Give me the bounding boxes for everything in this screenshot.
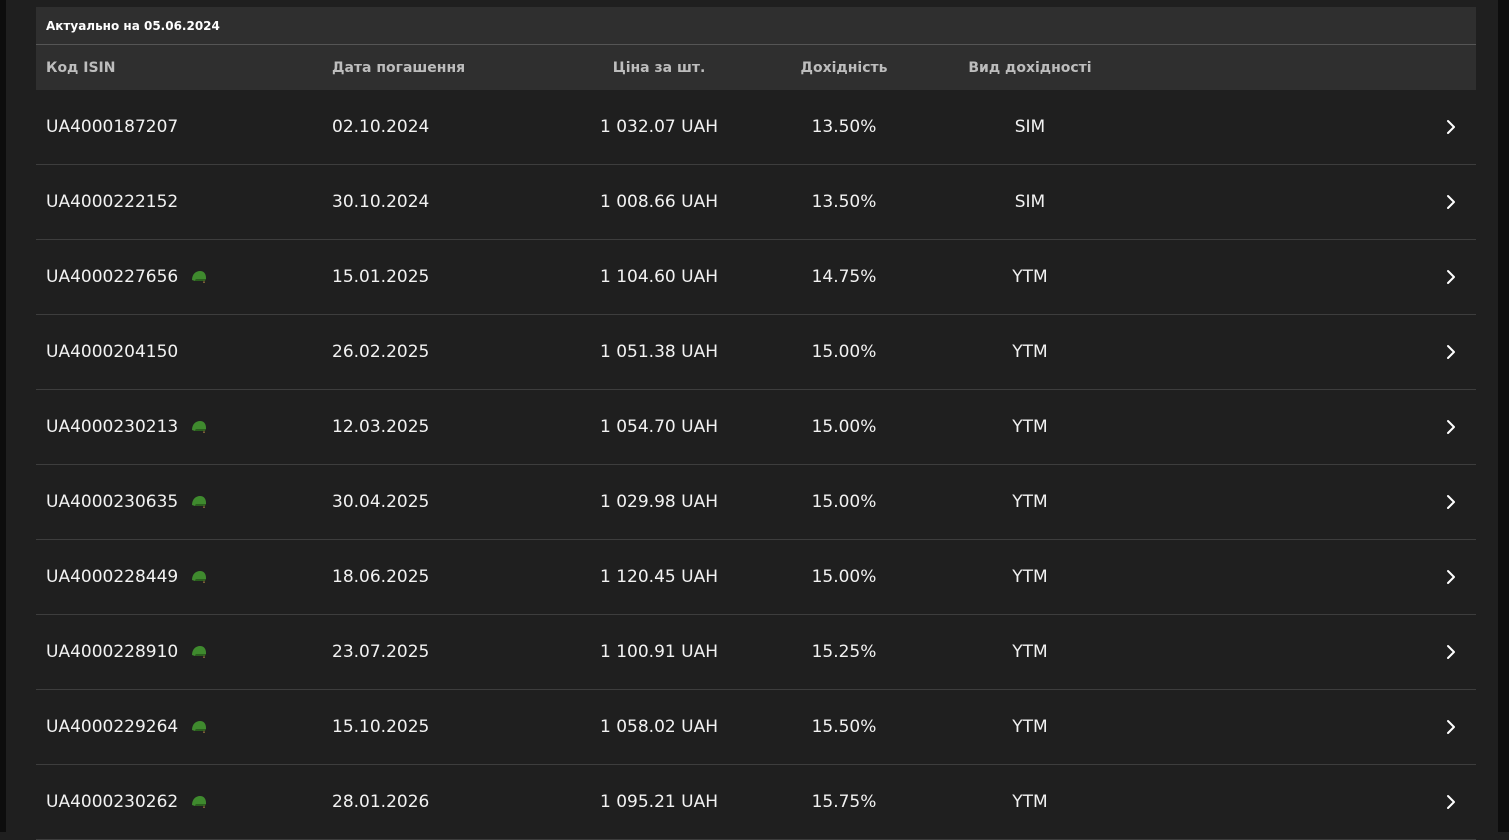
maturity-cell: 28.01.2026 xyxy=(332,792,430,812)
table-row[interactable]: UA4000187207 02.10.2024 1 032.07 UAH 13.50%… xyxy=(36,90,1476,165)
isin-cell: UA4000227656 xyxy=(46,240,208,314)
price-cell: 1 029.98 UAH xyxy=(600,492,718,512)
yield-type-cell: YTM xyxy=(1012,342,1048,362)
yield-type-cell: SIM xyxy=(1014,117,1046,137)
bonds-table: Актуально на 05.06.2024 Код ISIN Дата по… xyxy=(36,7,1476,840)
maturity-cell: 15.01.2025 xyxy=(332,267,430,287)
header-isin: Код ISIN xyxy=(46,59,116,76)
isin-code: UA4000222152 xyxy=(46,192,179,212)
helmet-icon xyxy=(190,419,208,435)
chevron-right-icon[interactable] xyxy=(1436,465,1466,539)
yield-cell: 13.50% xyxy=(811,117,877,137)
chevron-right-icon[interactable] xyxy=(1436,390,1466,464)
yield-cell: 15.00% xyxy=(811,417,877,437)
table-row[interactable]: UA4000228910 23.07.2025 1 100.91 UAH 15.25%… xyxy=(36,615,1476,690)
isin-cell: UA4000229264 xyxy=(46,690,208,764)
price-cell: 1 051.38 UAH xyxy=(600,342,718,362)
isin-code: UA4000228449 xyxy=(46,567,179,587)
isin-code: UA4000230213 xyxy=(46,417,179,437)
header-price: Ціна за шт. xyxy=(612,59,706,76)
chevron-right-icon[interactable] xyxy=(1436,765,1466,839)
helmet-icon xyxy=(190,794,208,810)
isin-cell: UA4000230213 xyxy=(46,390,208,464)
chevron-right-icon[interactable] xyxy=(1436,615,1466,689)
table-row[interactable]: UA4000204150 26.02.2025 1 051.38 UAH 15.00%… xyxy=(36,315,1476,390)
chevron-right-icon[interactable] xyxy=(1436,90,1466,164)
table-row[interactable]: UA4000228449 18.06.2025 1 120.45 UAH 15.00%… xyxy=(36,540,1476,615)
isin-cell: UA4000230635 xyxy=(46,465,208,539)
price-cell: 1 058.02 UAH xyxy=(600,717,718,737)
table-row[interactable]: UA4000230213 12.03.2025 1 054.70 UAH 15.00%… xyxy=(36,390,1476,465)
maturity-cell: 30.04.2025 xyxy=(332,492,430,512)
maturity-cell: 15.10.2025 xyxy=(332,717,430,737)
yield-cell: 15.50% xyxy=(811,717,877,737)
maturity-cell: 18.06.2025 xyxy=(332,567,430,587)
header-maturity: Дата погашення xyxy=(332,59,466,76)
helmet-icon xyxy=(190,719,208,735)
isin-code: UA4000230262 xyxy=(46,792,179,812)
maturity-cell: 23.07.2025 xyxy=(332,642,430,662)
maturity-cell: 02.10.2024 xyxy=(332,117,430,137)
table-row[interactable]: UA4000230635 30.04.2025 1 029.98 UAH 15.00%… xyxy=(36,465,1476,540)
yield-type-cell: YTM xyxy=(1012,717,1048,737)
updated-date-label: Актуально на 05.06.2024 xyxy=(36,7,1476,45)
price-cell: 1 100.91 UAH xyxy=(600,642,718,662)
chevron-right-icon[interactable] xyxy=(1436,540,1466,614)
price-cell: 1 120.45 UAH xyxy=(600,567,718,587)
isin-cell: UA4000187207 xyxy=(46,90,178,164)
yield-type-cell: YTM xyxy=(1012,267,1048,287)
isin-code: UA4000230635 xyxy=(46,492,179,512)
isin-cell: UA4000228910 xyxy=(46,615,208,689)
isin-cell: UA4000230262 xyxy=(46,765,208,839)
header-yield: Дохідність xyxy=(800,59,888,76)
yield-type-cell: YTM xyxy=(1012,792,1048,812)
table-row[interactable]: UA4000222152 30.10.2024 1 008.66 UAH 13.50%… xyxy=(36,165,1476,240)
helmet-icon xyxy=(190,569,208,585)
header-yield-type: Вид дохідності xyxy=(968,59,1092,76)
table-row[interactable]: UA4000227656 15.01.2025 1 104.60 UAH 14.75%… xyxy=(36,240,1476,315)
helmet-icon xyxy=(190,644,208,660)
table-row[interactable]: UA4000230262 28.01.2026 1 095.21 UAH 15.75%… xyxy=(36,765,1476,840)
chevron-right-icon[interactable] xyxy=(1436,690,1466,764)
yield-type-cell: YTM xyxy=(1012,417,1048,437)
isin-code: UA4000204150 xyxy=(46,342,179,362)
isin-code: UA4000227656 xyxy=(46,267,179,287)
price-cell: 1 008.66 UAH xyxy=(600,192,718,212)
yield-type-cell: YTM xyxy=(1012,642,1048,662)
yield-type-cell: YTM xyxy=(1012,567,1048,587)
yield-cell: 13.50% xyxy=(811,192,877,212)
isin-cell: UA4000222152 xyxy=(46,165,178,239)
isin-code: UA4000228910 xyxy=(46,642,179,662)
yield-cell: 14.75% xyxy=(811,267,877,287)
chevron-right-icon[interactable] xyxy=(1436,240,1466,314)
chevron-right-icon[interactable] xyxy=(1436,165,1466,239)
price-cell: 1 095.21 UAH xyxy=(600,792,718,812)
price-cell: 1 104.60 UAH xyxy=(600,267,718,287)
yield-cell: 15.00% xyxy=(811,342,877,362)
yield-type-cell: SIM xyxy=(1014,192,1046,212)
maturity-cell: 26.02.2025 xyxy=(332,342,430,362)
left-gutter xyxy=(0,0,6,832)
maturity-cell: 12.03.2025 xyxy=(332,417,430,437)
price-cell: 1 032.07 UAH xyxy=(600,117,718,137)
yield-cell: 15.75% xyxy=(811,792,877,812)
helmet-icon xyxy=(190,494,208,510)
right-gutter xyxy=(1498,0,1509,832)
isin-cell: UA4000204150 xyxy=(46,315,178,389)
table-row[interactable]: UA4000229264 15.10.2025 1 058.02 UAH 15.50%… xyxy=(36,690,1476,765)
table-header-row: Код ISIN Дата погашення Ціна за шт. Дохі… xyxy=(36,45,1476,90)
helmet-icon xyxy=(190,269,208,285)
yield-cell: 15.00% xyxy=(811,492,877,512)
isin-code: UA4000229264 xyxy=(46,717,179,737)
maturity-cell: 30.10.2024 xyxy=(332,192,430,212)
isin-cell: UA4000228449 xyxy=(46,540,208,614)
yield-cell: 15.00% xyxy=(811,567,877,587)
yield-cell: 15.25% xyxy=(811,642,877,662)
yield-type-cell: YTM xyxy=(1012,492,1048,512)
chevron-right-icon[interactable] xyxy=(1436,315,1466,389)
table-body: UA4000187207 02.10.2024 1 032.07 UAH 13.50%… xyxy=(36,90,1476,840)
price-cell: 1 054.70 UAH xyxy=(600,417,718,437)
isin-code: UA4000187207 xyxy=(46,117,179,137)
